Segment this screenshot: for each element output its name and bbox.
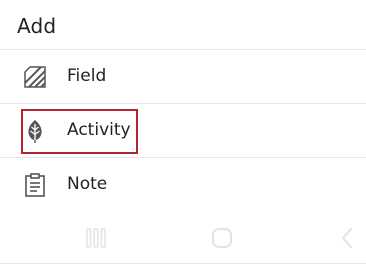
menu-item-label: Field	[67, 66, 107, 86]
selection-highlight	[21, 109, 138, 154]
home-icon[interactable]	[210, 226, 234, 250]
system-navigation-bar	[0, 212, 366, 264]
sheet-title: Add	[17, 14, 57, 38]
menu-item-field[interactable]: Field	[0, 50, 366, 104]
sheet-header: Add	[0, 0, 366, 50]
recents-icon[interactable]	[84, 226, 108, 250]
field-hatch-icon	[22, 64, 48, 90]
add-bottom-sheet: Add Field Activity Note	[0, 0, 366, 264]
menu-item-label: Note	[67, 174, 108, 194]
back-icon[interactable]	[336, 226, 360, 250]
menu-item-note[interactable]: Note	[0, 158, 366, 212]
clipboard-note-icon	[22, 172, 48, 198]
